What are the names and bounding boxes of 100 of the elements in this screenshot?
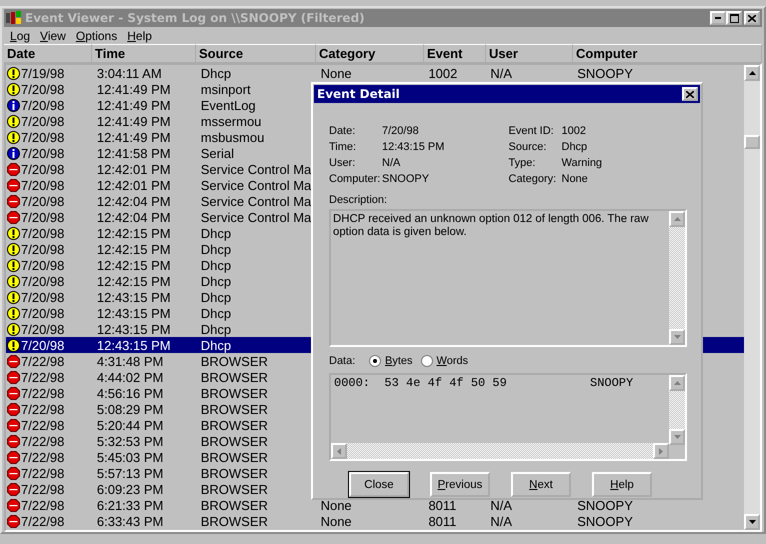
date-cell: 7/20/98 [21, 82, 64, 96]
time-cell: 6:09:23 PM [96, 482, 164, 496]
category-cell: None [320, 66, 352, 80]
time-cell: 12:43:15 PM [96, 306, 171, 320]
date-cell: 7/22/98 [21, 514, 64, 528]
time-cell: 12:42:15 PM [96, 274, 171, 288]
event-cell: 8011 [428, 498, 456, 512]
date-cell: 7/22/98 [21, 370, 64, 384]
source-cell: Dhcp [200, 258, 232, 272]
dialog-title: Event Detail [317, 87, 400, 101]
source-cell: BROWSER [200, 386, 268, 400]
time-cell: 12:41:49 PM [96, 98, 171, 112]
time-cell: 6:21:33 PM [96, 498, 164, 512]
source-cell: BROWSER [200, 434, 268, 448]
hex-bytes: 0000: 53 4e 4f 4f 50 59 [334, 376, 508, 390]
date-cell: 7/22/98 [21, 434, 64, 448]
time-cell: 12:42:04 PM [96, 194, 171, 208]
category-cell: None [320, 498, 352, 512]
field-value: SNOOPY [382, 173, 430, 185]
time-cell: 5:32:53 PM [96, 434, 164, 448]
time-cell: 4:31:48 PM [96, 354, 164, 368]
field-label: Source: [508, 141, 548, 153]
date-cell: 7/20/98 [21, 226, 64, 240]
field-value: Dhcp [562, 141, 588, 153]
time-cell: 12:42:04 PM [96, 210, 171, 224]
date-cell: 7/22/98 [21, 418, 64, 432]
time-cell: 4:56:16 PM [96, 386, 164, 400]
date-cell: 7/20/98 [21, 130, 64, 144]
source-cell: BROWSER [200, 402, 268, 416]
date-cell: 7/19/98 [21, 66, 64, 80]
date-cell: 7/20/98 [21, 162, 64, 176]
date-cell: 7/20/98 [21, 178, 64, 192]
date-cell: 7/20/98 [21, 194, 64, 208]
time-cell: 12:42:01 PM [96, 178, 171, 192]
field-value: None [562, 173, 588, 185]
source-cell: Dhcp [200, 338, 232, 352]
source-cell: BROWSER [200, 498, 268, 512]
time-cell: 6:33:43 PM [96, 514, 164, 528]
time-cell: 3:04:11 AM [96, 66, 162, 80]
date-cell: 7/22/98 [21, 450, 64, 464]
time-cell: 5:08:29 PM [96, 402, 164, 416]
data-label: Data: [329, 355, 356, 367]
date-cell: 7/20/98 [21, 290, 64, 304]
time-cell: 4:44:02 PM [96, 370, 164, 384]
date-cell: 7/20/98 [21, 242, 64, 256]
date-cell: 7/20/98 [21, 258, 64, 272]
source-cell: Serial [200, 146, 234, 160]
time-cell: 12:42:15 PM [96, 258, 171, 272]
time-cell: 12:41:49 PM [96, 114, 171, 128]
time-cell: 12:43:15 PM [96, 322, 171, 336]
source-cell: Service Control Ma [200, 194, 312, 208]
event-cell: 8011 [428, 514, 456, 528]
event-cell: 1002 [428, 66, 458, 80]
field-label: Date: [329, 125, 356, 137]
field-value: N/A [382, 157, 400, 169]
date-cell: 7/22/98 [21, 482, 64, 496]
date-cell: 7/20/98 [21, 338, 64, 352]
ascii-text: SNOOPY [590, 376, 634, 390]
source-cell: BROWSER [200, 354, 268, 368]
computer-cell: SNOOPY [577, 498, 633, 512]
source-cell: msbusmou [200, 130, 264, 144]
date-cell: 7/20/98 [21, 210, 64, 224]
field-value: 12:43:15 PM [382, 141, 444, 153]
source-cell: Dhcp [200, 226, 232, 240]
category-cell: None [320, 514, 352, 528]
user-cell: N/A [490, 514, 512, 528]
computer-cell: SNOOPY [577, 514, 633, 528]
time-cell: 12:41:49 PM [96, 82, 171, 96]
source-cell: BROWSER [200, 370, 268, 384]
source-cell: BROWSER [200, 482, 268, 496]
time-cell: 5:45:03 PM [96, 450, 164, 464]
source-cell: Dhcp [200, 322, 232, 336]
time-cell: 12:42:15 PM [96, 242, 171, 256]
window-title: Event Viewer - System Log on \\SNOOPY (Filtered) [25, 11, 366, 25]
time-cell: 12:43:15 PM [96, 290, 171, 304]
description-label: Description: [329, 194, 388, 208]
date-cell: 7/22/98 [21, 498, 64, 512]
date-cell: 7/22/98 [21, 354, 64, 368]
source-cell: Dhcp [200, 306, 232, 320]
source-cell: Dhcp [200, 274, 232, 288]
field-label: Time: [329, 141, 358, 153]
field-label: Category: [508, 173, 558, 185]
field-label: Type: [508, 157, 536, 169]
time-cell: 12:42:01 PM [96, 162, 171, 176]
source-cell: Dhcp [200, 290, 232, 304]
date-cell: 7/20/98 [21, 274, 64, 288]
field-value: 7/20/98 [382, 125, 419, 137]
field-label: Event ID: [508, 125, 555, 137]
source-cell: Service Control Ma [200, 162, 312, 176]
user-cell: N/A [490, 66, 512, 80]
time-cell: 12:43:15 PM [96, 338, 171, 352]
source-cell: Dhcp [200, 242, 232, 256]
source-cell: Dhcp [200, 66, 232, 80]
source-cell: Service Control Ma [200, 178, 312, 192]
date-cell: 7/22/98 [21, 386, 64, 400]
field-label: Computer: [329, 173, 382, 185]
source-cell: msinport [200, 82, 251, 96]
time-cell: 12:42:15 PM [96, 226, 171, 240]
date-cell: 7/20/98 [21, 114, 64, 128]
time-cell: 12:41:49 PM [96, 130, 171, 144]
